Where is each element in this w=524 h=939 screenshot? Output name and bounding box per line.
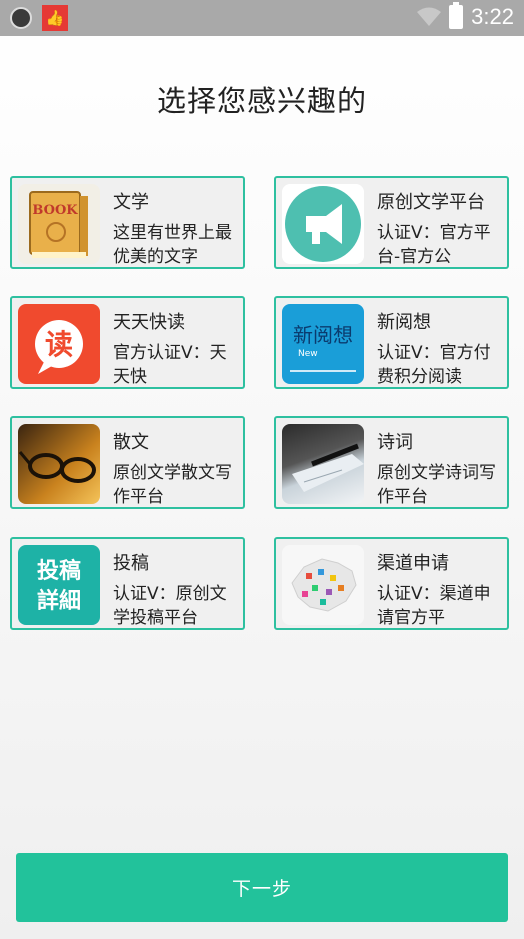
card-title: 新阅想 <box>377 312 431 333</box>
card-description: 认证V：官方平台-官方公 <box>377 223 491 267</box>
card-description: 认证V：官方付费积分阅读 <box>377 343 491 387</box>
megaphone-icon <box>282 184 364 264</box>
clock: 3:22 <box>471 4 514 29</box>
card-description: 这里有世界上最优美的文字 <box>113 223 232 267</box>
new-reading-logo: 新阅想 New <box>282 304 364 384</box>
card-title: 渠道申请 <box>377 553 449 574</box>
card-title: 散文 <box>113 432 149 453</box>
card-description: 原创文学散文写作平台 <box>113 463 232 507</box>
read-app-icon: 读 <box>18 304 100 384</box>
new-reading-title: 新阅想 <box>293 323 353 347</box>
china-map-thumbnail <box>282 545 364 625</box>
card-title: 诗词 <box>377 432 413 453</box>
submission-line-2: 詳細 <box>37 588 81 614</box>
category-card-channel-apply[interactable]: 渠道申请 认证V：渠道申请官方平 <box>274 537 509 630</box>
card-description: 官方认证V：天天快 <box>113 343 227 387</box>
card-description: 认证V：渠道申请官方平 <box>377 584 491 628</box>
pen-paper-photo <box>282 424 364 504</box>
card-title: 天天快读 <box>113 312 185 333</box>
wifi-icon <box>417 7 442 26</box>
glasses-photo <box>18 424 100 504</box>
category-card-original-literature[interactable]: 原创文学平台 认证V：官方平台-官方公 <box>274 176 509 269</box>
new-reading-sub: New <box>298 349 318 359</box>
thumbs-up-icon: 👍 <box>42 5 68 31</box>
category-card-prose[interactable]: 散文 原创文学散文写作平台 <box>10 416 245 509</box>
book-label: BOOK <box>32 203 78 218</box>
card-description: 认证V：原创文学投稿平台 <box>113 584 227 628</box>
category-card-literature[interactable]: BOOK 文学 这里有世界上最优美的文字 <box>10 176 245 269</box>
next-step-button[interactable]: 下一步 <box>16 853 508 922</box>
card-title: 投稿 <box>113 553 149 574</box>
status-bar: 👍 3:22 <box>0 0 524 36</box>
app-notification-icon <box>10 7 32 29</box>
read-glyph: 读 <box>45 328 73 361</box>
category-card-new-reading[interactable]: 新阅想 New 新阅想 认证V：官方付费积分阅读 <box>274 296 509 389</box>
card-description: 原创文学诗词写作平台 <box>377 463 496 507</box>
card-title: 文学 <box>113 192 149 213</box>
page-title: 选择您感兴趣的 <box>156 84 367 118</box>
book-thumbnail: BOOK <box>18 184 100 264</box>
submission-logo: 投稿 詳細 <box>18 545 100 625</box>
category-card-poetry[interactable]: 诗词 原创文学诗词写作平台 <box>274 416 509 509</box>
category-card-daily-read[interactable]: 读 天天快读 官方认证V：天天快 <box>10 296 245 389</box>
battery-icon <box>449 2 464 29</box>
card-title: 原创文学平台 <box>377 192 485 213</box>
submission-line-1: 投稿 <box>37 558 81 584</box>
category-card-submission[interactable]: 投稿 詳細 投稿 认证V：原创文学投稿平台 <box>10 537 245 630</box>
